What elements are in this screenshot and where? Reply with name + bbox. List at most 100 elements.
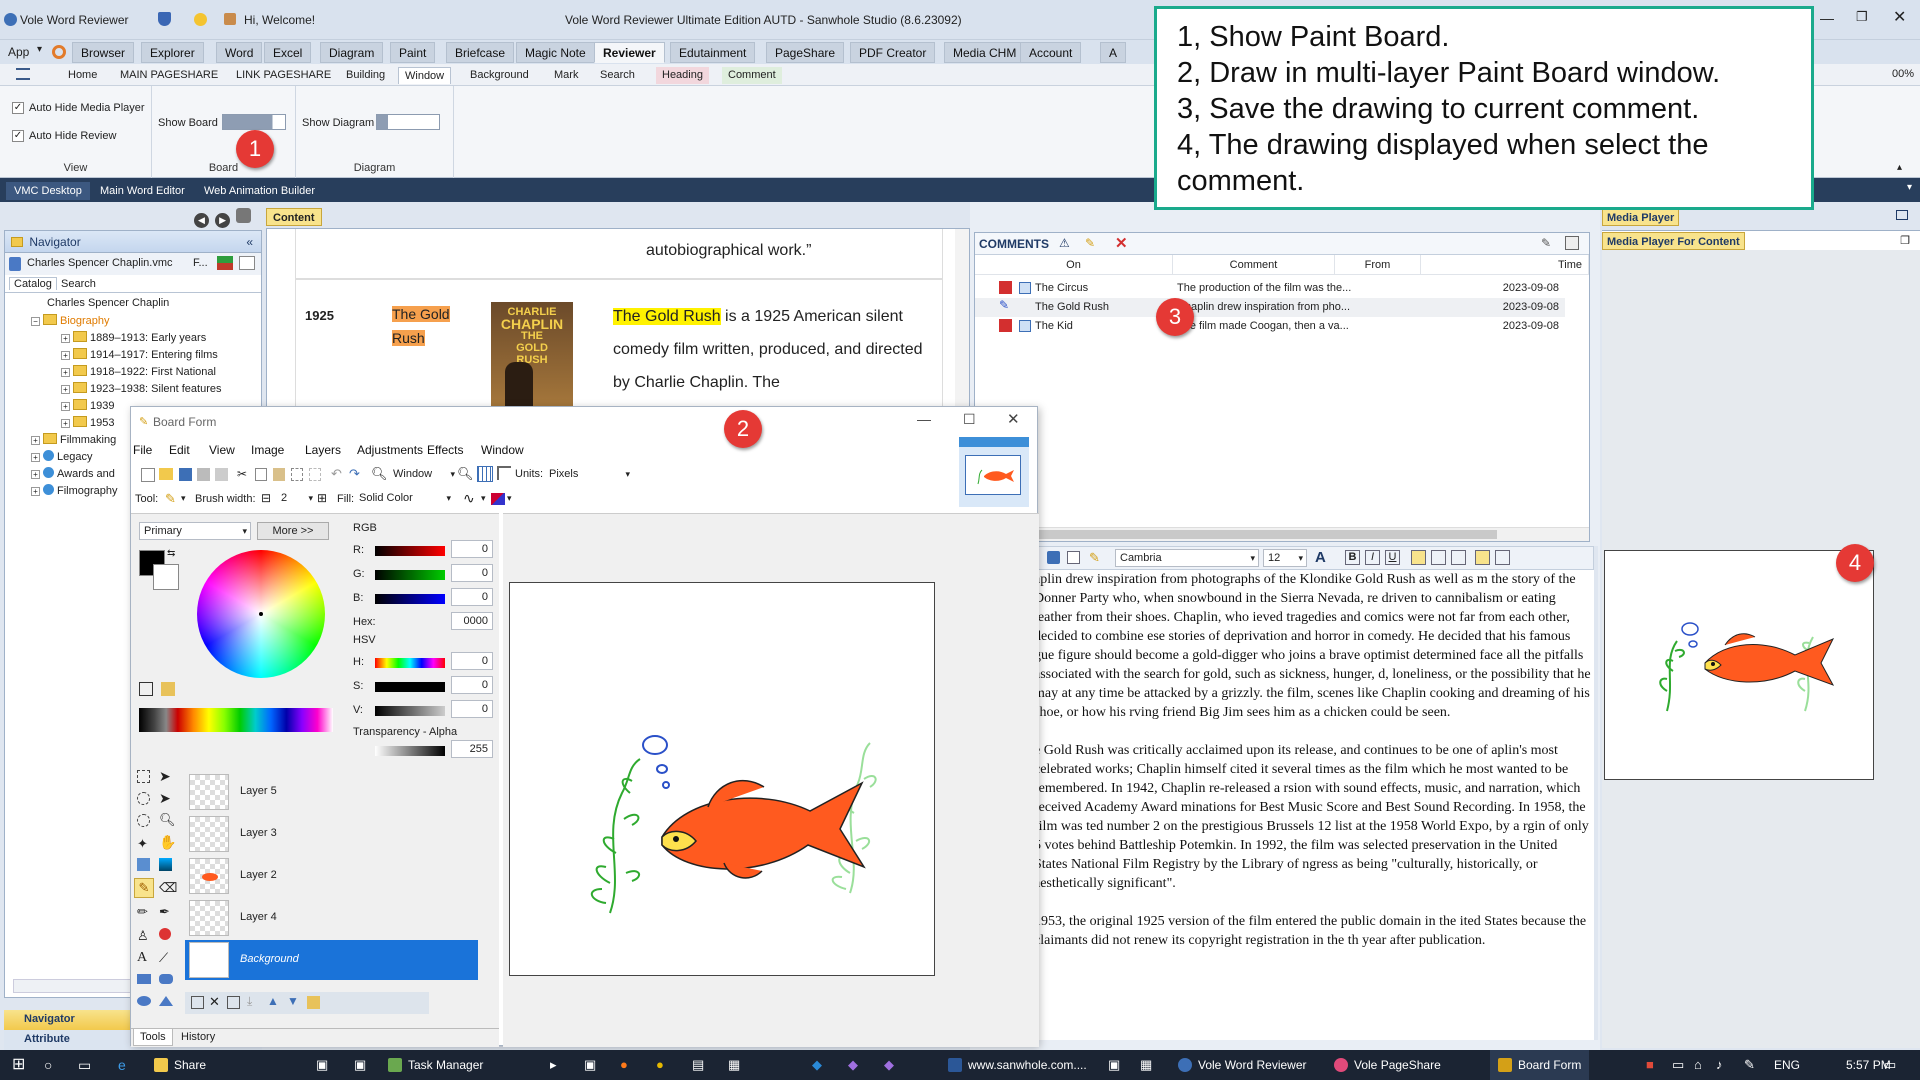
collapse-icon[interactable]: « bbox=[246, 231, 253, 253]
minimize-button[interactable]: — bbox=[1820, 10, 1834, 26]
taskbar-item-board-form[interactable]: Board Form bbox=[1490, 1050, 1590, 1080]
freeform-icon[interactable] bbox=[159, 996, 173, 1006]
brush-tool-icon[interactable]: ✎ bbox=[165, 491, 176, 507]
secondary-color[interactable] bbox=[153, 564, 179, 590]
taskbar-item-task-manager[interactable]: Task Manager bbox=[388, 1050, 483, 1080]
tab-edutainment[interactable]: Edutainment bbox=[670, 42, 756, 63]
collapse-ribbon-icon[interactable]: ▴ bbox=[1897, 162, 1902, 173]
units-select[interactable]: Pixels ▾ bbox=[545, 466, 633, 484]
tab-content[interactable]: Content bbox=[266, 208, 322, 226]
menu-file[interactable]: File bbox=[133, 443, 152, 457]
redo-icon[interactable]: ↷ bbox=[349, 466, 360, 482]
subtab-main-pageshare[interactable]: MAIN PAGESHARE bbox=[114, 67, 224, 84]
media-player-tab[interactable]: Media Player bbox=[1602, 208, 1680, 226]
deselect-icon[interactable] bbox=[309, 468, 321, 481]
copy-icon[interactable] bbox=[215, 468, 228, 481]
back-icon[interactable]: ◀ bbox=[194, 213, 209, 228]
align-right-icon[interactable] bbox=[1451, 550, 1466, 565]
app-icon[interactable]: ▦ bbox=[728, 1050, 740, 1080]
doc-tab-web-animation-builder[interactable]: Web Animation Builder bbox=[196, 182, 323, 200]
font-select[interactable]: Cambria ▾ bbox=[1115, 549, 1259, 567]
print-icon[interactable] bbox=[197, 468, 210, 481]
antialias-icon[interactable]: ∿ bbox=[463, 490, 475, 507]
column-header-from[interactable]: From bbox=[1335, 255, 1421, 275]
tray-icon[interactable]: ▭ bbox=[1672, 1050, 1684, 1080]
visual-studio-icon[interactable]: ◆ bbox=[848, 1050, 858, 1080]
menu-adjustments[interactable]: Adjustments bbox=[357, 443, 423, 457]
chevron-down-icon[interactable]: ▾ bbox=[181, 493, 186, 504]
menu-layers[interactable]: Layers bbox=[305, 443, 341, 457]
tab-browser[interactable]: Browser bbox=[72, 42, 135, 63]
chevron-down-icon[interactable]: ▾ bbox=[1907, 182, 1912, 193]
close-button[interactable]: ✕ bbox=[1007, 410, 1020, 428]
tree-item[interactable]: + Legacy bbox=[31, 450, 92, 463]
subtab-building[interactable]: Building bbox=[340, 67, 391, 84]
layer-row[interactable]: Layer 4✓ bbox=[185, 898, 518, 938]
app-icon[interactable]: ▣ bbox=[584, 1050, 596, 1080]
grid-icon[interactable] bbox=[239, 256, 255, 270]
tree-item[interactable]: +1923–1938: Silent features bbox=[61, 382, 222, 395]
search-icon[interactable]: ○ bbox=[44, 1050, 52, 1080]
italic-icon[interactable]: I bbox=[1365, 550, 1380, 565]
tab-catalog[interactable]: Catalog bbox=[9, 277, 57, 290]
horizontal-scrollbar[interactable] bbox=[975, 527, 1589, 541]
alpha-slider[interactable] bbox=[375, 746, 445, 756]
chevron-down-icon[interactable]: ▾ bbox=[507, 493, 512, 504]
auto-hide-media-checkbox[interactable]: ✓ bbox=[12, 102, 24, 114]
settings-icon[interactable] bbox=[52, 45, 66, 59]
b-input[interactable]: 0 bbox=[451, 588, 493, 606]
ellipse-icon[interactable] bbox=[137, 996, 151, 1006]
new-icon[interactable] bbox=[141, 468, 155, 482]
comment-row[interactable]: ✎ The Gold Rush Chaplin drew inspiration f… bbox=[975, 298, 1565, 317]
merge-layer-icon[interactable]: ⤓ bbox=[247, 994, 252, 1009]
palette-menu-icon[interactable] bbox=[161, 682, 175, 696]
tree-item[interactable]: + Filmmaking bbox=[31, 433, 116, 446]
edge-icon[interactable]: e bbox=[118, 1050, 126, 1080]
doc-tab-vmc-desktop[interactable]: VMC Desktop bbox=[6, 182, 90, 200]
highlighted-text[interactable]: The Gold Rush bbox=[613, 308, 721, 325]
duplicate-layer-icon[interactable] bbox=[227, 996, 240, 1009]
scrollbar-thumb[interactable] bbox=[977, 530, 1497, 539]
color-wheel-cursor[interactable] bbox=[259, 612, 263, 616]
menu-view[interactable]: View bbox=[209, 443, 235, 457]
subtab-search[interactable]: Search bbox=[594, 67, 641, 84]
app-icon[interactable]: ▸ bbox=[550, 1050, 557, 1080]
color-palette[interactable] bbox=[139, 708, 333, 732]
doc-tab-main-word-editor[interactable]: Main Word Editor bbox=[92, 182, 193, 200]
tab-search[interactable]: Search bbox=[61, 278, 96, 290]
maximize-icon[interactable] bbox=[1896, 210, 1908, 220]
tree-item[interactable]: − Biography bbox=[31, 314, 110, 327]
blend-mode-icon[interactable] bbox=[491, 493, 505, 505]
expand-icon[interactable]: + bbox=[31, 453, 40, 462]
fill-select[interactable]: Solid Color ▾ bbox=[355, 490, 451, 508]
app-menu[interactable]: App bbox=[8, 45, 29, 59]
s-slider[interactable] bbox=[375, 682, 445, 692]
expand-icon[interactable]: + bbox=[31, 436, 40, 445]
subtab-home[interactable]: Home bbox=[62, 67, 103, 84]
tree-item[interactable]: +1914–1917: Entering films bbox=[61, 348, 218, 361]
window-select[interactable]: Window ▾ bbox=[389, 466, 455, 484]
task-view-icon[interactable]: ▭ bbox=[78, 1050, 91, 1080]
layer-row[interactable]: Layer 5✓ bbox=[185, 772, 518, 812]
ruler-icon[interactable] bbox=[497, 466, 511, 480]
taskbar-item-browser[interactable]: www.sanwhole.com.... bbox=[948, 1050, 1087, 1080]
layer-row[interactable]: Background✓ bbox=[185, 940, 518, 980]
pen-icon[interactable]: ✎ bbox=[1541, 236, 1551, 250]
tab-a[interactable]: A bbox=[1100, 42, 1127, 63]
alpha-input[interactable]: 255 bbox=[451, 740, 493, 758]
column-header-on[interactable]: On bbox=[975, 255, 1173, 275]
crop-icon[interactable] bbox=[291, 468, 303, 481]
paste-icon[interactable] bbox=[273, 468, 285, 481]
app-icon[interactable]: ▣ bbox=[316, 1050, 328, 1080]
tab-history[interactable]: History bbox=[175, 1029, 221, 1045]
media-player-for-content-tab[interactable]: Media Player For Content bbox=[1602, 232, 1745, 250]
print-icon[interactable] bbox=[1067, 551, 1080, 564]
tree-item[interactable]: Charles Spencer Chaplin bbox=[47, 297, 169, 309]
expand-icon[interactable]: + bbox=[31, 487, 40, 496]
menu-window[interactable]: Window bbox=[481, 443, 524, 457]
font-color-icon[interactable]: A bbox=[1315, 549, 1326, 566]
cut-icon[interactable]: ✂ bbox=[237, 467, 247, 481]
bold-icon[interactable]: B bbox=[1345, 550, 1360, 565]
tree-item[interactable]: +1953 bbox=[61, 416, 114, 429]
v-slider[interactable] bbox=[375, 706, 445, 716]
